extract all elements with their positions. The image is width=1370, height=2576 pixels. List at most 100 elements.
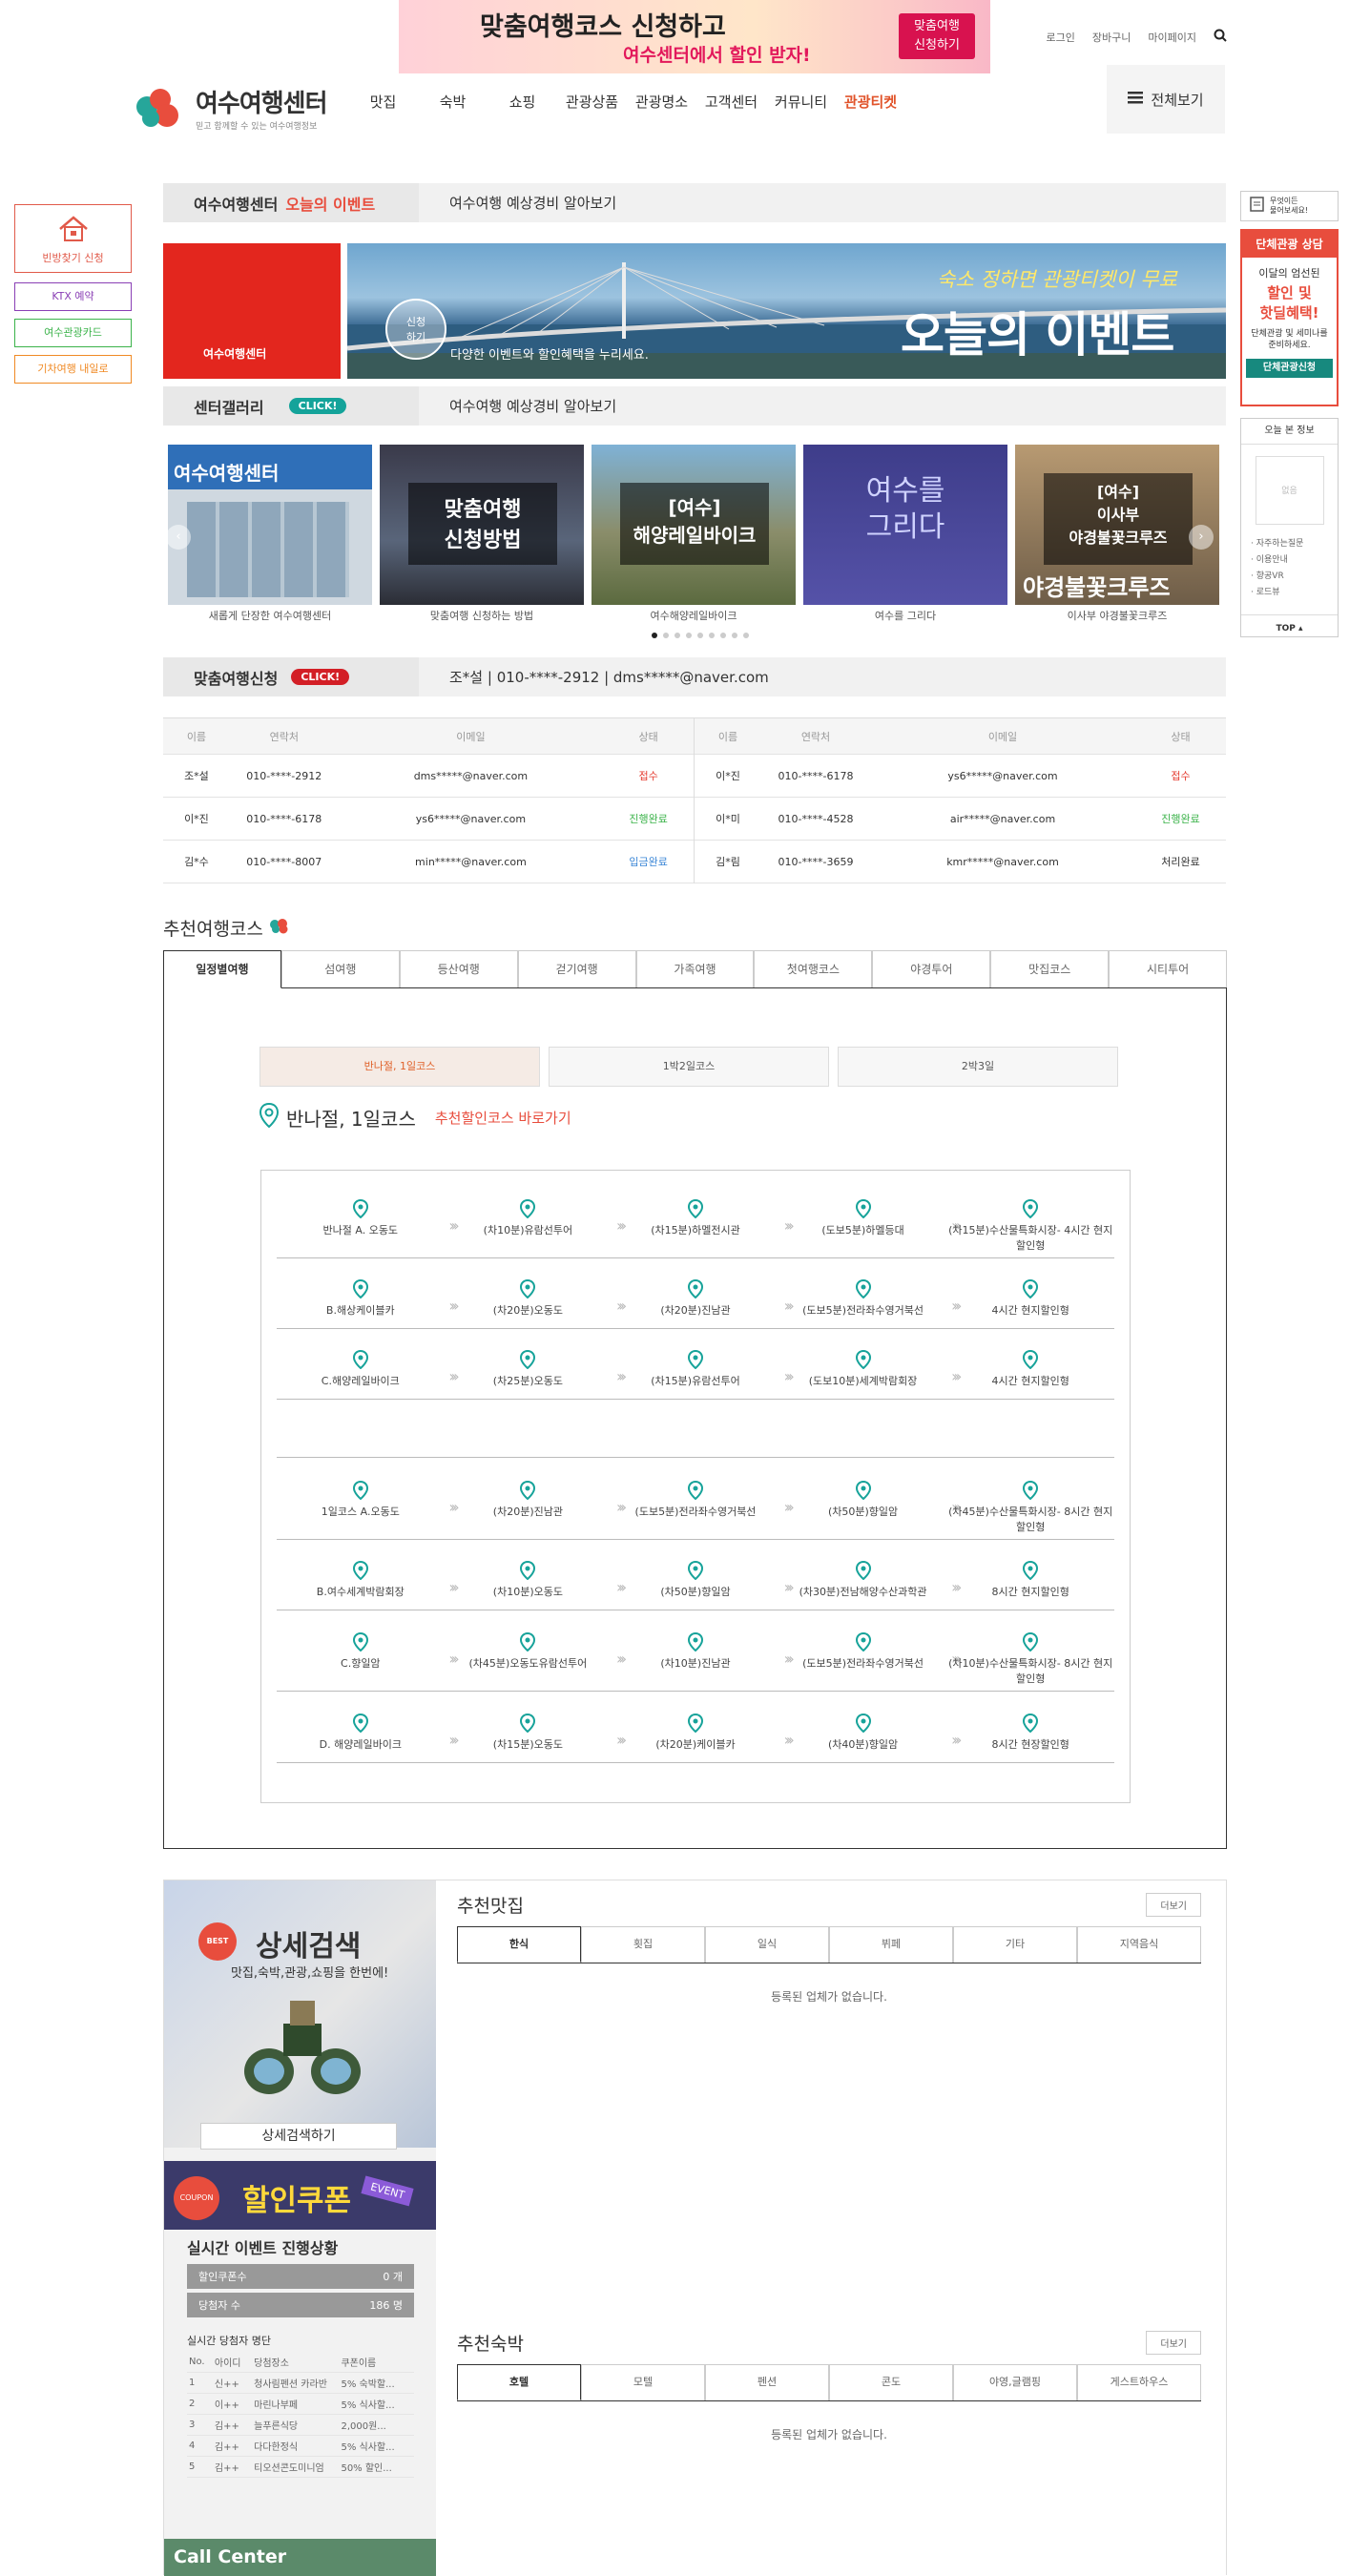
page-dot[interactable] [720,633,726,638]
event-main-banner[interactable]: 신청 하기 다양한 이벤트와 할인혜택을 누리세요. 숙소 정하면 관광티켓이 … [347,243,1226,379]
gallery-next-button[interactable]: › [1189,525,1214,550]
page-dot[interactable] [675,633,680,638]
tab-condo[interactable]: 콘도 [829,2364,953,2400]
room-search-box[interactable]: 빈방찾기 신청 [14,204,132,273]
gallery-bar-link[interactable]: 여수여행 예상경비 알아보기 [419,396,616,416]
nav-community[interactable]: 커뮤니티 [766,92,836,112]
nav-support[interactable]: 고객센터 [696,92,766,112]
rail-trip-button[interactable]: 기차여행 내일로 [14,355,132,384]
tab-buffet[interactable]: 뷔페 [829,1926,953,1963]
all-menu-button[interactable]: 전체보기 [1107,65,1225,134]
location-pin-icon [946,1561,1114,1580]
tab-island[interactable]: 섬여행 [280,950,400,987]
nav-food[interactable]: 맛집 [348,92,418,112]
nav-stay[interactable]: 숙박 [418,92,488,112]
gallery-item[interactable]: 여수여행센터 새롭게 단장한 여수여행센터 [168,445,372,622]
tab-pension[interactable]: 펜션 [705,2364,829,2400]
food-more-button[interactable]: 더보기 [1146,1892,1201,1917]
discount-course-link[interactable]: 추천할인코스 바로가기 [435,1108,571,1128]
event-logo-tile[interactable]: 여수여행센터 [163,243,341,379]
nav-tickets[interactable]: 관광티켓 [836,92,905,112]
page-dot[interactable] [686,633,692,638]
nav-shopping[interactable]: 쇼핑 [488,92,557,112]
tab-walking[interactable]: 걷기여행 [517,950,636,987]
top-button[interactable]: TOP ▴ [1241,614,1338,642]
tab-camping[interactable]: 야영,글램핑 [953,2364,1077,2400]
coupon-banner[interactable]: COUPON 할인쿠폰 EVENT [164,2161,436,2230]
gallery-item[interactable]: [여수] 이사부 야경불꽃크루즈 야경불꽃크루즈 이사부 야경불꽃크루즈 [1015,445,1219,622]
route-stop: (차50분)향일암 ››› [612,1561,795,1610]
vr-link[interactable]: · 향공VR [1251,569,1338,585]
gallery-item[interactable]: [여수] 해양레일바이크 여수해양레일바이크 [592,445,796,622]
mypage-link[interactable]: 마이페이지 [1148,30,1196,45]
tab-night-tour[interactable]: 야경투어 [872,950,991,987]
custom-click-badge[interactable]: CLICK! [291,669,350,685]
location-pin-icon [277,1714,445,1733]
route-stop: 반나절 A. 오동도 ››› [277,1199,460,1257]
faq-link[interactable]: · 자주하는질문 [1251,536,1338,552]
search-icon[interactable] [1214,29,1227,45]
route-stop-label: 8시간 현장할인형 [991,1738,1069,1751]
tab-korean[interactable]: 한식 [457,1926,581,1963]
tab-schedule[interactable]: 일정별여행 [163,950,281,988]
route-stop: (차15분)오동도 ››› [445,1714,627,1762]
route-stop: (차15분)유람선투어 ››› [612,1350,795,1399]
tab-japanese[interactable]: 일식 [705,1926,829,1963]
tab-hotel[interactable]: 호텔 [457,2364,581,2400]
ktx-button[interactable]: KTX 예약 [14,282,132,311]
group-apply-button[interactable]: 단체관광신청 [1246,359,1333,378]
page-dot[interactable] [652,633,657,638]
route-stop-label: D. 해양레일바이크 [319,1738,402,1751]
call-center-banner[interactable]: Call Center [164,2539,436,2576]
tab-hiking[interactable]: 등산여행 [399,950,518,987]
location-pin-icon [277,1481,445,1500]
event-bar-link[interactable]: 여수여행 예상경비 알아보기 [419,193,616,213]
event-apply-circle[interactable]: 신청 하기 [385,299,446,360]
tour-card-button[interactable]: 여수관광카드 [14,319,132,347]
tab-guesthouse[interactable]: 게스트하우스 [1077,2364,1201,2400]
course-2day-button[interactable]: 1박2일코스 [549,1047,829,1087]
top-banner[interactable]: 맞춤여행코스 신청하고 여수센터에서 할인 받자! 맞춤여행 신청하기 [399,0,990,73]
table-left: 이름 연락처 이메일 상태 조*설 010-****-2912 dms*****@nave… [163,718,695,883]
tab-family[interactable]: 가족여행 [635,950,755,987]
detail-search-button[interactable]: 상세검색하기 [200,2123,397,2150]
course-3day-button[interactable]: 2박3일 [838,1047,1118,1087]
table-row: 3 김++ 늘푸른식당 2,000원... [187,2414,414,2436]
page-dot[interactable] [663,633,669,638]
page-dot[interactable] [743,633,749,638]
tab-motel[interactable]: 모텔 [581,2364,705,2400]
page-dot[interactable] [709,633,715,638]
tab-food-course[interactable]: 맛집코스 [990,950,1110,987]
nav-attractions[interactable]: 관광명소 [627,92,696,112]
route-stop: (도보5분)전라좌수영거북선 ››› [779,1279,962,1328]
banner-apply-button[interactable]: 맞춤여행 신청하기 [899,13,975,59]
rec-course-tabs: 일정별여행 섬여행 등산여행 걷기여행 가족여행 첫여행코스 야경투어 맛집코스… [163,950,1228,988]
detail-search-banner[interactable]: BEST 상세검색 맛집,숙박,관광,쇼핑을 한번에! 상세검색하기 [164,1880,436,2150]
stay-more-button[interactable]: 더보기 [1146,2330,1201,2355]
login-link[interactable]: 로그인 [1047,30,1075,45]
winner-list-title: 실시간 당첨자 명단 [187,2335,271,2347]
group-tour-box[interactable]: 단체관광 상담 이달의 엄선된 할인 및 핫딜혜택! 단체관광 및 세미나를 준… [1240,229,1339,406]
roadview-link[interactable]: · 로드뷰 [1251,585,1338,601]
tab-first-trip[interactable]: 첫여행코스 [754,950,873,987]
guide-link[interactable]: · 이용안내 [1251,552,1338,569]
gallery-item[interactable]: 여수를 그리다 여수를 그리다 [803,445,1007,622]
page-dot[interactable] [732,633,737,638]
custom-bar-ticker: 조*설 | 010-****-2912 | dms*****@naver.com [449,669,769,686]
ask-button[interactable]: 무엇이든 물어보세요! [1240,191,1339,221]
site-logo[interactable]: 여수여행센터 믿고 함께할 수 있는 여수여행정보 [136,84,328,132]
gallery-click-badge[interactable]: CLICK! [288,398,347,414]
location-pin-icon [779,1481,947,1500]
tab-city-tour[interactable]: 시티투어 [1109,950,1228,987]
gallery-prev-button[interactable]: ‹ [166,525,191,550]
gallery-item[interactable]: 맞춤여행 신청방법 맞춤여행 신청하는 방법 [380,445,584,622]
tab-other[interactable]: 기타 [953,1926,1077,1963]
course-day-button[interactable]: 반나절, 1일코스 [259,1047,540,1087]
coupon-count: 할인쿠폰수 0 개 [187,2264,414,2289]
cart-link[interactable]: 장바구니 [1092,30,1131,45]
page-dot[interactable] [697,633,703,638]
tab-local[interactable]: 지역음식 [1077,1926,1201,1963]
nav-products[interactable]: 관광상품 [557,92,627,112]
main-nav: 맛집 숙박 쇼핑 관광상품 관광명소 고객센터 커뮤니티 관광티켓 [348,92,905,112]
tab-raw-fish[interactable]: 횟집 [581,1926,705,1963]
